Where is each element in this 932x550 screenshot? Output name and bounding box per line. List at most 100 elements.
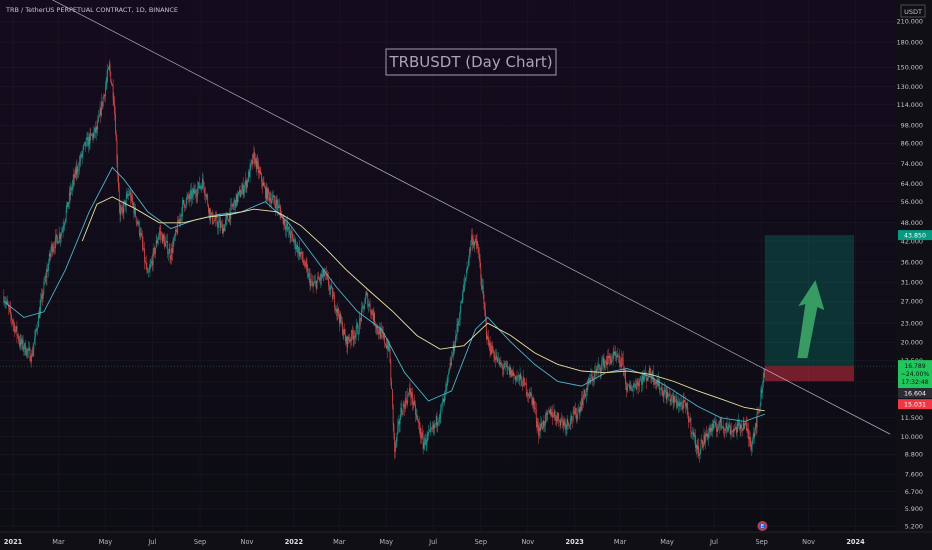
candle-body: [51, 244, 52, 252]
candle-body: [211, 212, 213, 223]
candle-body: [31, 353, 32, 362]
candle-body: [628, 384, 629, 386]
candle-body: [596, 368, 598, 372]
candle-body: [339, 314, 341, 324]
candle-body: [145, 261, 146, 262]
candle-body: [532, 398, 534, 405]
candle-body: [594, 372, 596, 379]
candle-body: [692, 432, 694, 434]
candle-body: [679, 403, 681, 407]
candle-body: [747, 429, 749, 431]
x-tick-label: Sep: [194, 538, 206, 546]
time-axis[interactable]: 2021 Mar May Jul Sep Nov 2022 Mar May Jul Sep Nov 20…: [0, 531, 932, 550]
candle-body: [622, 357, 623, 359]
candle-body: [77, 167, 79, 172]
candle-body: [669, 394, 671, 402]
entry-price-badge: 16.604: [904, 390, 926, 397]
candle-body: [511, 370, 512, 377]
stop-zone: [764, 366, 854, 382]
candle-body: [9, 307, 11, 309]
candle-body: [154, 247, 155, 254]
candle-body: [292, 233, 293, 237]
candle-body: [364, 303, 366, 309]
y-tick-label: 10.000: [901, 433, 923, 441]
candle-body: [181, 214, 182, 217]
candle-body: [585, 393, 586, 397]
candle-body: [752, 439, 753, 445]
candle-body: [493, 352, 495, 358]
candle-body: [408, 388, 410, 394]
candle-body: [65, 218, 66, 223]
candle-body: [468, 249, 470, 260]
candle-body: [101, 101, 103, 107]
candle-body: [131, 195, 133, 203]
x-tick-label: Nov: [521, 538, 534, 546]
candle-body: [410, 392, 412, 398]
price-chart[interactable]: TRB / TetherUS PERPETUAL CONTRACT, 1D, B…: [0, 0, 932, 550]
y-tick-label: 130.000: [897, 83, 923, 91]
candle-body: [111, 82, 112, 85]
candle-body: [681, 401, 683, 405]
candle-body: [196, 195, 198, 197]
candle-body: [276, 200, 278, 204]
chart-title: TRBUSDT (Day Chart): [388, 53, 552, 71]
candle-body: [626, 387, 628, 391]
candle-body: [139, 233, 141, 236]
candle-body: [226, 215, 228, 218]
candle-body: [587, 384, 589, 391]
candle-body: [740, 424, 742, 429]
candle-body: [18, 340, 20, 343]
candle-body: [274, 200, 276, 204]
candle-body: [463, 283, 465, 291]
candle-body: [188, 198, 190, 200]
candle-body: [555, 415, 556, 421]
x-tick-label: May: [99, 538, 113, 546]
candle-body: [568, 423, 569, 426]
candle-body: [227, 215, 229, 220]
candle-body: [432, 428, 433, 430]
x-tick-label: Jul: [428, 538, 437, 546]
candle-body: [631, 389, 632, 392]
candle-body: [700, 443, 702, 450]
x-tick-label: 2023: [566, 538, 585, 546]
candle-body: [448, 372, 449, 375]
candle-body: [294, 239, 296, 242]
candle-body: [637, 382, 639, 383]
candle-body: [601, 362, 602, 372]
candle-body: [557, 413, 559, 417]
candle-body: [487, 337, 489, 340]
candle-body: [569, 423, 571, 426]
candle-body: [268, 193, 270, 201]
candle-body: [76, 167, 78, 175]
candle-body: [133, 205, 135, 214]
candle-body: [481, 279, 482, 290]
candle-body: [219, 220, 221, 228]
candle-body: [456, 324, 458, 336]
candle-body: [451, 356, 452, 366]
price-axis[interactable]: USDT 210.000 180.000 150.000 130.000 114.000…: [896, 0, 932, 532]
candle-body: [297, 245, 299, 254]
candle-body: [64, 222, 65, 226]
candle-body: [382, 333, 384, 337]
candle-body: [711, 427, 713, 432]
candle-body: [24, 343, 25, 350]
candle-body: [252, 160, 253, 164]
candle-body: [499, 362, 501, 365]
candle-body: [720, 418, 722, 423]
candle-body: [46, 269, 48, 278]
candle-body: [470, 242, 472, 251]
candle-body: [204, 189, 206, 195]
candle-body: [95, 126, 97, 133]
candle-body: [399, 419, 401, 425]
candle-body: [187, 194, 189, 198]
candle-body: [52, 248, 54, 253]
candle-body: [270, 198, 272, 204]
candle-body: [517, 376, 519, 378]
candle-body: [114, 103, 115, 114]
target-price-badge: 43.850: [904, 232, 926, 239]
candle-body: [295, 239, 296, 250]
candle-body: [699, 453, 700, 456]
chart-area[interactable]: TRB / TetherUS PERPETUAL CONTRACT, 1D, B…: [0, 0, 932, 550]
candle-body: [408, 393, 409, 395]
candle-body: [750, 443, 752, 450]
